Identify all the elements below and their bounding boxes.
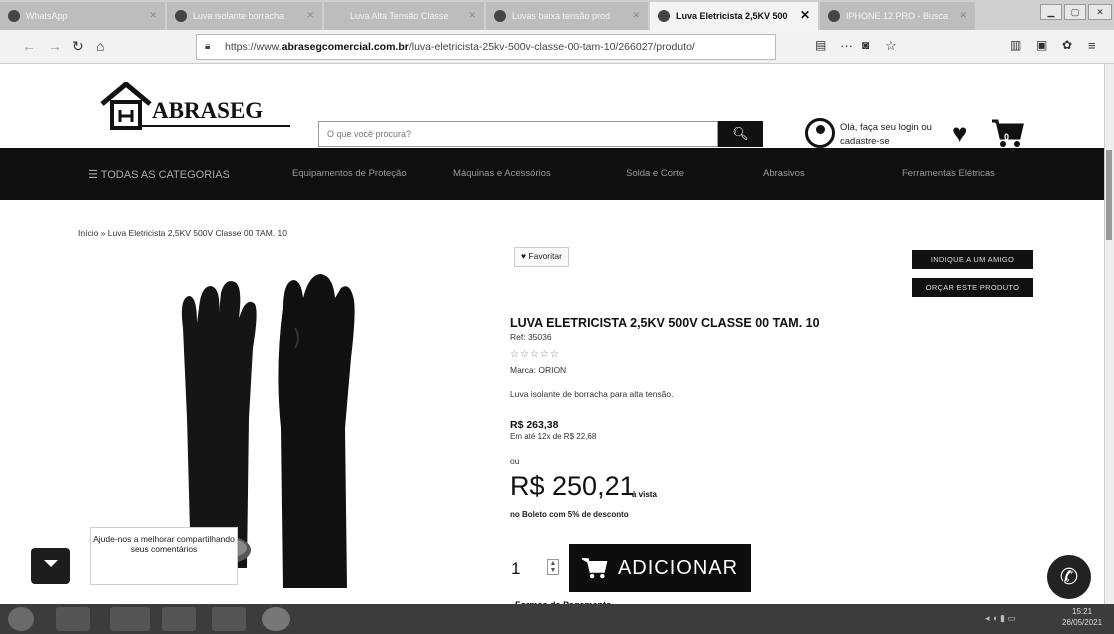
close-icon[interactable]: ✕: [959, 10, 967, 21]
category-bar: ☰ TODAS AS CATEGORIAS Equipamentos de Pr…: [0, 148, 1114, 200]
library-icon[interactable]: ▥: [1010, 38, 1021, 52]
media-player-icon[interactable]: [162, 607, 196, 631]
installments-text: Em até 12x de R$ 22,68: [510, 432, 597, 441]
favorite-button[interactable]: ♥ Favoritar: [514, 247, 569, 267]
close-icon[interactable]: ✕: [149, 10, 157, 21]
login-link[interactable]: Olá, faça seu login ou cadastre-se: [840, 121, 950, 149]
globe-icon: [175, 10, 187, 22]
tray-icons[interactable]: ◂ ◖ ▮ ▭: [985, 613, 1016, 624]
tab-luvas-baixa-tensao[interactable]: Luvas baixa tensão prod ✕: [486, 2, 648, 30]
product-title: LUVA ELETRICISTA 2,5KV 500V CLASSE 00 TA…: [510, 316, 820, 330]
feedback-toggle-icon[interactable]: [31, 548, 70, 584]
tab-luva-isolante[interactable]: Luva isolante borracha ✕: [167, 2, 322, 30]
category-equipamentos[interactable]: Equipamentos de Proteção: [292, 168, 407, 179]
file-explorer-icon[interactable]: [110, 607, 150, 631]
category-abrasivos[interactable]: Abrasivos: [763, 168, 805, 179]
reload-icon[interactable]: ↻: [72, 38, 84, 55]
minimize-icon[interactable]: ▁: [1040, 4, 1062, 20]
internet-explorer-icon[interactable]: [56, 607, 90, 631]
close-icon[interactable]: ✕: [306, 10, 314, 21]
forward-arrow-icon[interactable]: →: [48, 38, 62, 54]
scrollbar-thumb[interactable]: [1106, 150, 1112, 240]
heart-icon[interactable]: ♥: [952, 118, 967, 148]
maximize-icon[interactable]: ▢: [1064, 4, 1086, 20]
search-icon: 🔍︎: [732, 126, 749, 141]
feedback-prompt[interactable]: Ajude-nos a melhorar compartilhando seus…: [90, 527, 238, 585]
quantity-stepper[interactable]: ▲ ▼: [547, 559, 559, 575]
bookmark-star-icon[interactable]: ☆: [885, 38, 897, 54]
site-logo[interactable]: ABRASEG: [100, 80, 290, 132]
firefox-icon[interactable]: [262, 607, 290, 631]
quantity-field[interactable]: 1: [511, 559, 520, 579]
tab-luva-eletricista[interactable]: Luva Eletricista 2,5KV 500 ✕: [650, 2, 818, 30]
category-solda[interactable]: Solda e Corte: [626, 168, 684, 179]
category-maquinas[interactable]: Máquinas e Acessórios: [453, 168, 551, 179]
close-icon[interactable]: ✕: [468, 10, 476, 21]
add-to-cart-button[interactable]: ADICIONAR: [569, 544, 751, 592]
back-arrow-icon[interactable]: ←: [22, 38, 36, 54]
tab-luva-alta-tensao[interactable]: Luva Alta Tensão Classe ✕: [324, 2, 484, 30]
price-suffix: à vista: [632, 490, 657, 499]
system-clock[interactable]: 15:21 26/05/2021: [1062, 606, 1102, 628]
rating-stars[interactable]: ☆☆☆☆☆: [510, 349, 560, 360]
home-icon[interactable]: ⌂: [96, 38, 104, 54]
browser-nav-bar: ← → ↻ ⌂ 🔒︎ https://www.abrasegcomercial.…: [0, 30, 1114, 64]
extension-icon[interactable]: ✿: [1062, 38, 1072, 52]
product-description: Luva isolante de borracha para alta tens…: [510, 389, 674, 399]
cart-icon: [581, 558, 608, 579]
close-icon[interactable]: ✕: [800, 8, 810, 22]
product-brand: Marca: ORION: [510, 365, 567, 375]
breadcrumb[interactable]: Início » Luva Eletricista 2,5KV 500V Cla…: [78, 228, 287, 238]
close-window-icon[interactable]: ✕: [1088, 4, 1112, 20]
user-icon[interactable]: [805, 118, 835, 148]
indique-button[interactable]: INDIQUE A UM AMIGO: [912, 250, 1033, 269]
word-icon[interactable]: [212, 607, 246, 631]
pocket-icon[interactable]: ◙: [862, 38, 869, 52]
list-price: R$ 263,38: [510, 419, 559, 431]
product-ref: Ref: 35036: [510, 332, 552, 342]
tab-whatsapp[interactable]: WhatsApp ✕: [0, 2, 165, 30]
more-icon[interactable]: ···: [840, 38, 853, 53]
os-taskbar: ◂ ◖ ▮ ▭: [0, 604, 1114, 634]
address-bar[interactable]: 🔒︎ https://www.abrasegcomercial.com.br/l…: [196, 34, 776, 60]
close-icon[interactable]: ✕: [632, 10, 640, 21]
reader-view-icon[interactable]: ▤: [815, 38, 826, 52]
tab-iphone[interactable]: IPHONE 12 PRO - Busca ✕: [820, 2, 975, 30]
whatsapp-icon: [8, 10, 20, 22]
menu-icon[interactable]: ≡: [1088, 38, 1096, 53]
or-text: ou: [510, 456, 520, 466]
start-icon[interactable]: [8, 607, 34, 631]
search-button[interactable]: 🔍︎: [718, 121, 763, 147]
all-categories-menu[interactable]: ☰ TODAS AS CATEGORIAS: [88, 168, 230, 181]
whatsapp-chat-icon[interactable]: ✆: [1047, 555, 1091, 599]
boleto-discount: no Boleto com 5% de desconto: [510, 510, 629, 519]
search-input[interactable]: O que você procura?: [318, 121, 718, 147]
lock-icon: 🔒︎: [205, 41, 211, 52]
home-icon: [658, 10, 670, 22]
orcar-button[interactable]: ORÇAR ESTE PRODUTO: [912, 278, 1033, 297]
sidebar-icon[interactable]: ▣: [1036, 38, 1047, 52]
browser-tab-bar: WhatsApp ✕ Luva isolante borracha ✕ Luva A…: [0, 0, 1114, 30]
globe-icon: [828, 10, 840, 22]
page-scrollbar[interactable]: [1104, 64, 1114, 604]
category-ferramentas[interactable]: Ferramentas Elétricas: [902, 168, 995, 179]
tab-favicon-icon: [494, 10, 506, 22]
cash-price: R$ 250,21: [510, 471, 635, 501]
